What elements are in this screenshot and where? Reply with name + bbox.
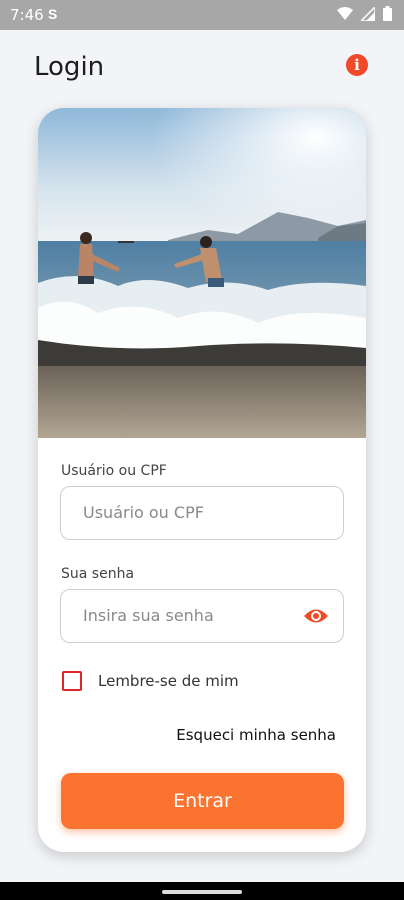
user-field-label: Usuário ou CPF — [61, 463, 167, 479]
status-bar: 7:46 S — [0, 0, 404, 30]
info-icon[interactable]: i — [346, 54, 368, 76]
submit-button[interactable]: Entrar — [61, 773, 344, 829]
user-input[interactable]: Usuário ou CPF — [60, 486, 344, 540]
remember-label[interactable]: Lembre-se de mim — [98, 672, 239, 690]
status-icons — [337, 6, 392, 21]
password-input[interactable]: Insira sua senha — [60, 589, 344, 643]
app-header: Login i — [0, 30, 404, 100]
page-title: Login — [34, 52, 105, 82]
hero-image — [38, 108, 366, 438]
battery-icon — [383, 6, 392, 21]
notification-icon: S — [48, 6, 58, 22]
home-gesture-handle[interactable] — [162, 890, 242, 894]
user-input-placeholder: Usuário ou CPF — [83, 503, 204, 522]
status-time: 7:46 — [10, 6, 44, 24]
wifi-icon — [337, 6, 353, 20]
eye-icon[interactable] — [303, 606, 329, 626]
password-field-label: Sua senha — [61, 566, 135, 582]
signal-icon — [361, 6, 375, 21]
forgot-password-link[interactable]: Esqueci minha senha — [176, 726, 336, 744]
password-input-placeholder: Insira sua senha — [83, 606, 214, 625]
login-card: Usuário ou CPF Usuário ou CPF Sua senha … — [38, 108, 366, 852]
navigation-bar — [0, 882, 404, 900]
remember-checkbox[interactable] — [62, 671, 82, 691]
